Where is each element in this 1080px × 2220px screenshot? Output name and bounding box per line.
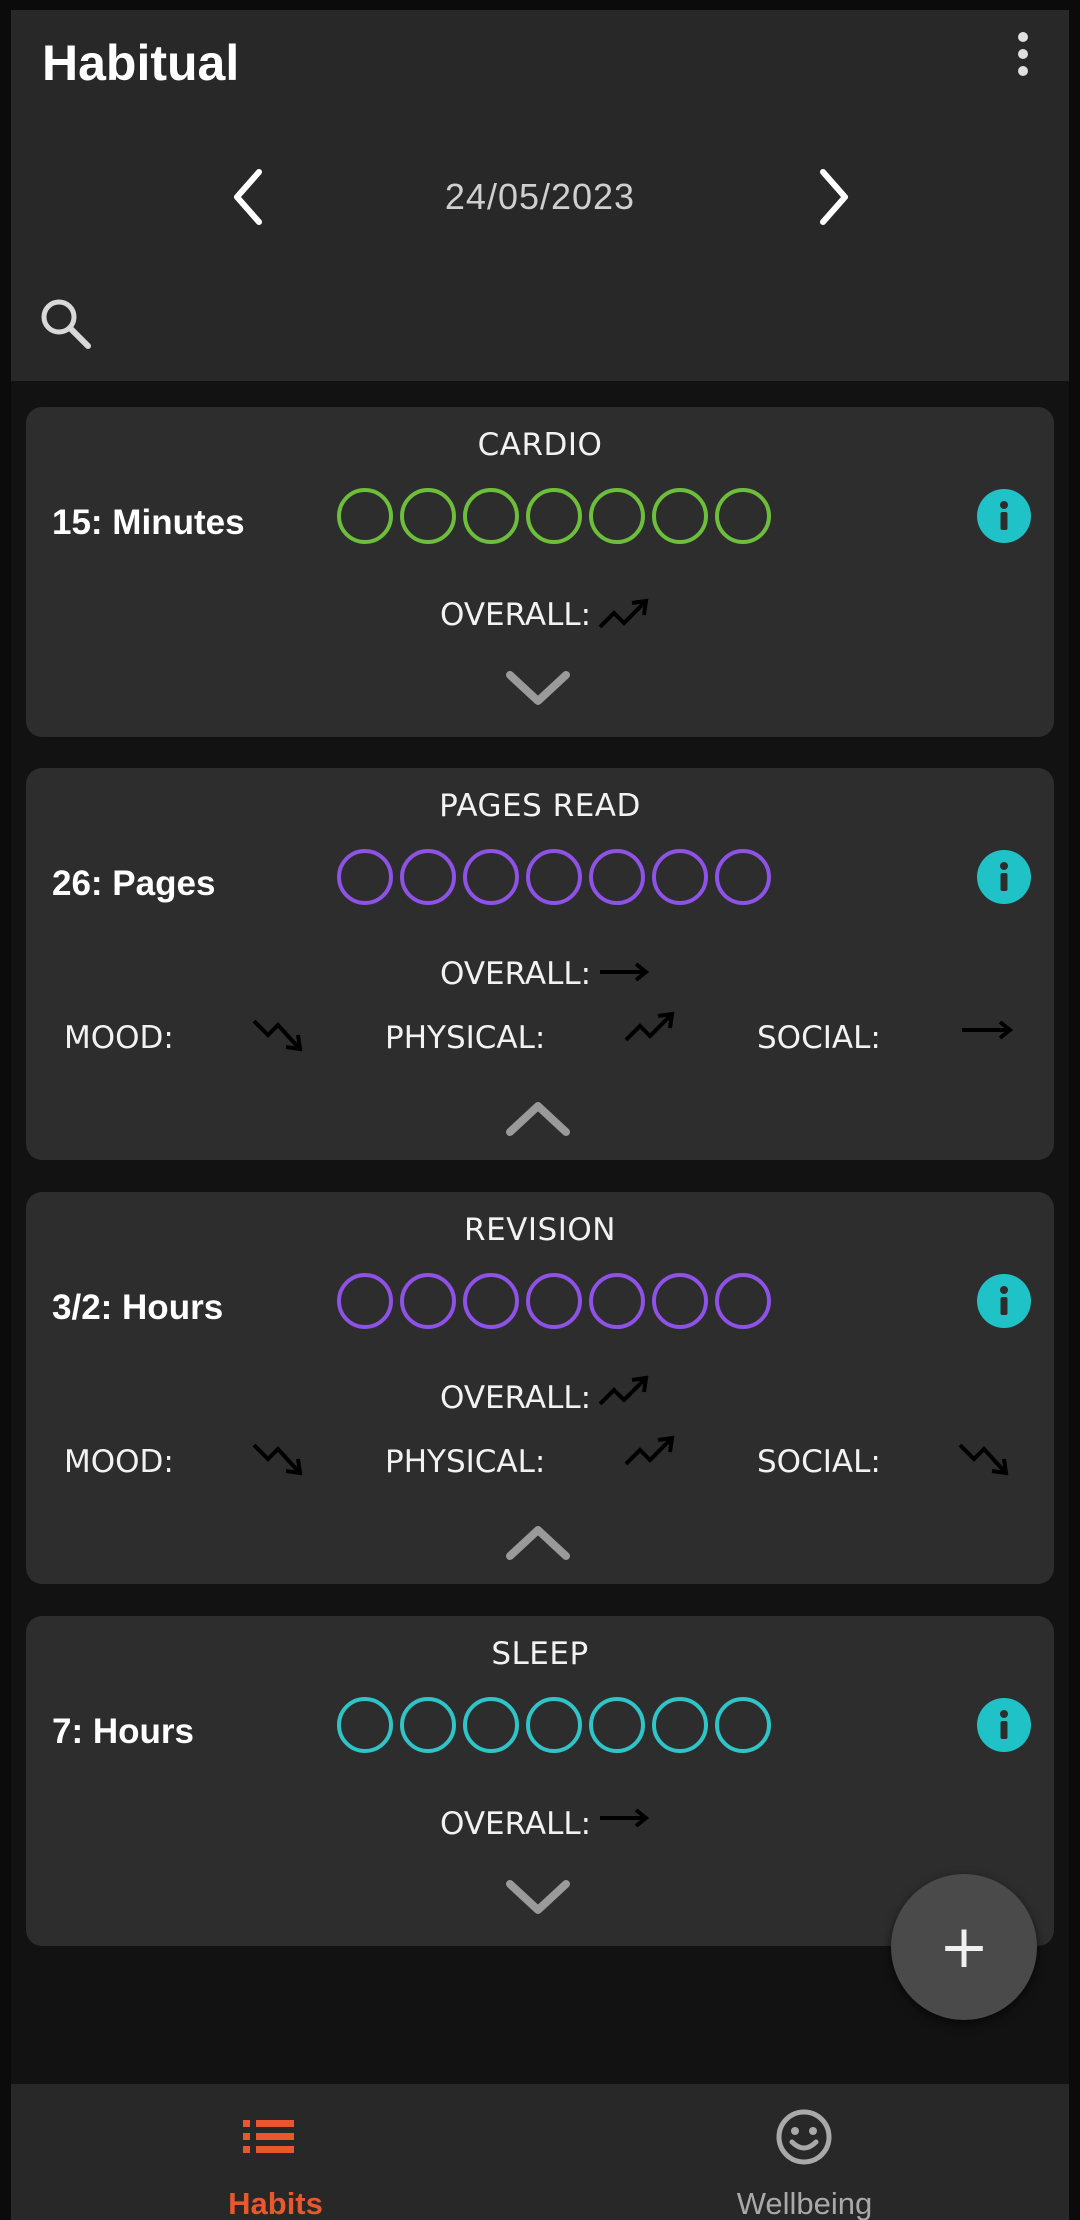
app-title: Habitual (42, 35, 240, 91)
current-date[interactable]: 24/05/2023 (11, 176, 1069, 218)
day-circle[interactable] (526, 1273, 582, 1329)
habit-target: 26: Pages (52, 864, 216, 903)
day-circle[interactable] (337, 849, 393, 905)
day-circle[interactable] (463, 849, 519, 905)
trending-up-icon (598, 598, 649, 629)
habit-target: 15: Minutes (52, 503, 245, 542)
tab-label-habits: Habits (228, 2186, 323, 2220)
day-circle[interactable] (463, 1697, 519, 1753)
factor-label-mood: MOOD: (64, 1444, 174, 1480)
day-circle[interactable] (589, 1273, 645, 1329)
trending-up-icon (598, 1375, 649, 1406)
info-icon[interactable] (977, 850, 1031, 904)
day-circle[interactable] (652, 488, 708, 544)
factor-label-social: SOCIAL: (757, 1444, 881, 1480)
overall-row: OVERALL: (26, 597, 1054, 647)
habit-title: CARDIO (477, 427, 603, 463)
add-icon: + (938, 1912, 990, 1982)
overall-label: OVERALL: (440, 1806, 592, 1842)
day-circle[interactable] (400, 1697, 456, 1753)
info-icon[interactable] (977, 1274, 1031, 1328)
habit-title: SLEEP (491, 1636, 589, 1672)
factor-label-mood: MOOD: (64, 1020, 174, 1056)
overall-label: OVERALL: (440, 956, 592, 992)
day-circle[interactable] (715, 849, 771, 905)
app-bar: Habitual 24/05/2023 (11, 10, 1069, 381)
day-circle[interactable] (463, 1273, 519, 1329)
trending-down-icon (252, 1019, 303, 1052)
day-circle[interactable] (652, 1273, 708, 1329)
day-circle[interactable] (715, 1697, 771, 1753)
search-icon[interactable] (36, 294, 96, 354)
chevron-up-icon[interactable] (506, 1522, 570, 1562)
next-day-button[interactable] (801, 162, 861, 232)
screen: Habitual 24/05/2023 CARDIO 15: Minutes O… (11, 10, 1069, 2220)
bottom-nav: Habits Wellbeing (11, 2084, 1069, 2220)
overall-row: OVERALL: (26, 1375, 1054, 1430)
day-circle[interactable] (337, 1697, 393, 1753)
trending-flat-icon (962, 1020, 1014, 1040)
day-circle[interactable] (400, 1273, 456, 1329)
habit-card-revision[interactable]: REVISION 3/2: Hours OVERALL: MOOD: PHYSI… (26, 1192, 1054, 1584)
day-circle[interactable] (652, 849, 708, 905)
add-habit-button[interactable]: + (891, 1874, 1037, 2020)
chevron-down-icon[interactable] (506, 669, 570, 709)
trending-up-icon (624, 1435, 675, 1466)
overall-label: OVERALL: (440, 597, 592, 633)
chevron-down-icon[interactable] (506, 1878, 570, 1918)
tab-wellbeing[interactable]: Wellbeing (540, 2084, 1069, 2220)
day-circle[interactable] (652, 1697, 708, 1753)
trending-down-icon (252, 1443, 303, 1476)
chevron-right-icon (820, 169, 848, 225)
habit-title: REVISION (464, 1212, 616, 1248)
info-icon[interactable] (977, 1698, 1031, 1752)
overall-label: OVERALL: (440, 1380, 592, 1416)
day-circle[interactable] (589, 849, 645, 905)
tab-habits[interactable]: Habits (11, 2084, 540, 2220)
day-circle[interactable] (526, 488, 582, 544)
trending-down-icon (958, 1443, 1009, 1476)
day-circle[interactable] (400, 488, 456, 544)
habit-card-pages-read[interactable]: PAGES READ 26: Pages OVERALL: MOOD: PHYS… (26, 768, 1054, 1160)
list-icon (243, 2120, 294, 2153)
overall-row: OVERALL: (26, 956, 1054, 1006)
day-circle[interactable] (463, 488, 519, 544)
day-circle[interactable] (526, 849, 582, 905)
tab-label-wellbeing: Wellbeing (736, 2186, 873, 2220)
day-circle[interactable] (589, 488, 645, 544)
habit-target: 3/2: Hours (52, 1288, 224, 1327)
more-options-icon[interactable] (1011, 32, 1035, 86)
day-circle[interactable] (715, 488, 771, 544)
day-circle[interactable] (715, 1273, 771, 1329)
day-circle[interactable] (400, 849, 456, 905)
habit-title: PAGES READ (439, 788, 641, 824)
overall-row: OVERALL: (26, 1806, 1054, 1856)
smiley-icon (776, 2109, 832, 2165)
trending-up-icon (624, 1011, 675, 1042)
habit-card-cardio[interactable]: CARDIO 15: Minutes OVERALL: (26, 407, 1054, 737)
day-circle[interactable] (526, 1697, 582, 1753)
factor-label-social: SOCIAL: (757, 1020, 881, 1056)
chevron-up-icon[interactable] (506, 1098, 570, 1138)
info-icon[interactable] (977, 489, 1031, 543)
day-circle[interactable] (589, 1697, 645, 1753)
habit-target: 7: Hours (52, 1712, 194, 1751)
day-circle[interactable] (337, 1273, 393, 1329)
day-circle[interactable] (337, 488, 393, 544)
factor-label-physical: PHYSICAL: (385, 1020, 546, 1056)
factor-label-physical: PHYSICAL: (385, 1444, 546, 1480)
trending-flat-icon (600, 962, 650, 982)
trending-flat-icon (600, 1808, 650, 1828)
